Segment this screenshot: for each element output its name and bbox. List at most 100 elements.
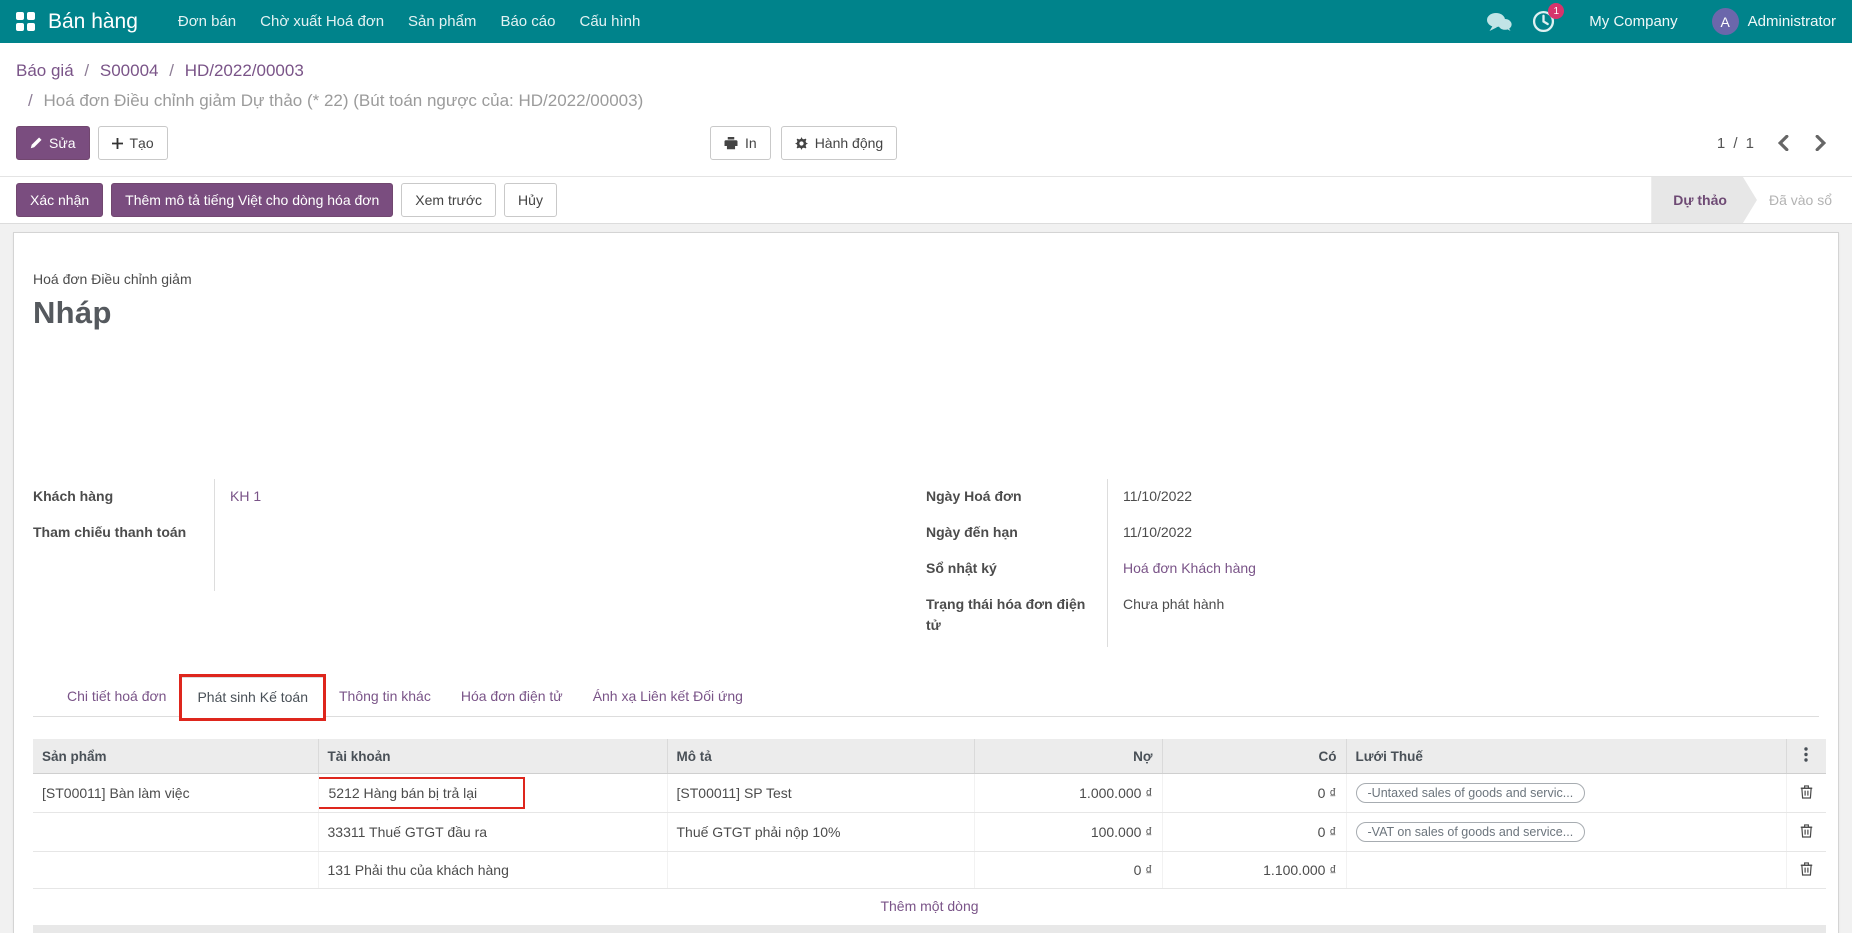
activity-badge: 1 xyxy=(1548,3,1564,19)
company-switcher[interactable]: My Company xyxy=(1589,13,1677,30)
user-menu[interactable]: A Administrator xyxy=(1712,8,1836,35)
highlighted-account: 5212 Hàng bán bị trả lại xyxy=(318,777,525,809)
total-credit: 1.100.000,00 xyxy=(1162,925,1346,933)
optional-columns-icon[interactable] xyxy=(1804,747,1808,762)
cell-debit: 0 ₫ xyxy=(974,852,1162,889)
breadcrumb-current: / Hoá đơn Điều chỉnh giảm Dự thảo (* 22)… xyxy=(22,87,1836,115)
col-debit[interactable]: Nợ xyxy=(974,739,1162,774)
pencil-icon xyxy=(30,137,42,149)
breadcrumb: Báo giá / S00004 / HD/2022/00003 xyxy=(16,57,1836,85)
menu-bao-cao[interactable]: Báo cáo xyxy=(488,0,567,43)
printer-icon xyxy=(724,137,738,150)
pager-next-icon[interactable] xyxy=(1815,135,1826,151)
tax-grid-tag: -Untaxed sales of goods and servic... xyxy=(1356,783,1586,803)
cell-account: 131 Phải thu của khách hàng xyxy=(318,852,667,889)
cell-tax-grid: -Untaxed sales of goods and servic... xyxy=(1346,774,1786,813)
menu-cau-hinh[interactable]: Cấu hình xyxy=(567,0,652,43)
gear-icon xyxy=(795,137,808,150)
tab-thong-tin-khac[interactable]: Thông tin khác xyxy=(324,677,446,716)
user-name: Administrator xyxy=(1748,13,1836,30)
table-row[interactable]: [ST00011] Bàn làm việc 5212 Hàng bán bị … xyxy=(33,774,1826,813)
col-account[interactable]: Tài khoản xyxy=(318,739,667,774)
cell-debit: 1.000.000 ₫ xyxy=(974,774,1162,813)
breadcrumb-s00004[interactable]: S00004 xyxy=(100,61,159,80)
top-navbar: Bán hàng Đơn bán Chờ xuất Hoá đơn Sản ph… xyxy=(0,0,1852,43)
col-credit[interactable]: Có xyxy=(1162,739,1346,774)
tab-anh-xa-lien-ket-doi-ung[interactable]: Ánh xạ Liên kết Đối ứng xyxy=(578,677,758,716)
tax-grid-tag: -VAT on sales of goods and service... xyxy=(1356,822,1586,842)
totals-row: 1.100.000,00 1.100.000,00 xyxy=(33,925,1826,933)
cell-debit: 100.000 ₫ xyxy=(974,813,1162,852)
cell-tax-grid xyxy=(1346,852,1786,889)
cell-description: [ST00011] SP Test xyxy=(667,774,974,813)
invoice-fields: Khách hàng KH 1 Tham chiếu thanh toán Ng… xyxy=(33,479,1819,647)
menu-don-ban[interactable]: Đơn bán xyxy=(166,0,248,43)
statusbar: Xác nhận Thêm mô tả tiếng Việt cho dòng … xyxy=(0,176,1852,224)
toolbar: Sửa Tạo In Hành động 1 / 1 xyxy=(16,124,1836,162)
cell-product xyxy=(33,852,318,889)
payment-ref-label: Tham chiếu thanh toán xyxy=(33,515,215,591)
avatar: A xyxy=(1712,8,1739,35)
tab-phat-sinh-ke-toan[interactable]: Phát sinh Kế toán xyxy=(181,677,324,717)
state-draft[interactable]: Dự thảo xyxy=(1651,177,1757,223)
tab-chi-tiet-hoa-don[interactable]: Chi tiết hoá đơn xyxy=(52,677,181,716)
journal-items-table: Sản phẩm Tài khoản Mô tả Nợ Có Lưới Thuế… xyxy=(33,739,1826,933)
journal-label: Sổ nhật ký xyxy=(926,551,1108,587)
cell-account: 33311 Thuế GTGT đầu ra xyxy=(318,813,667,852)
invoice-date-label: Ngày Hoá đơn xyxy=(926,479,1108,515)
app-brand[interactable]: Bán hàng xyxy=(48,10,138,34)
col-tax-grid[interactable]: Lưới Thuế xyxy=(1346,739,1786,774)
plus-icon xyxy=(112,138,123,149)
breadcrumb-current-title: Hoá đơn Điều chỉnh giảm Dự thảo (* 22) (… xyxy=(43,91,643,110)
cancel-button[interactable]: Hủy xyxy=(504,183,557,217)
apps-menu-icon[interactable] xyxy=(16,12,35,31)
journal-value[interactable]: Hoá đơn Khách hàng xyxy=(1108,551,1819,587)
menu-cho-xuat-hoa-don[interactable]: Chờ xuất Hoá đơn xyxy=(248,0,396,43)
due-date-value: 11/10/2022 xyxy=(1108,515,1819,551)
delete-row-icon[interactable] xyxy=(1800,823,1813,838)
invoice-date-value: 11/10/2022 xyxy=(1108,479,1819,515)
table-row[interactable]: 131 Phải thu của khách hàng 0 ₫ 1.100.00… xyxy=(33,852,1826,889)
activities-icon[interactable]: 1 xyxy=(1532,10,1555,33)
customer-label: Khách hàng xyxy=(33,479,215,515)
document-type-label: Hoá đơn Điều chỉnh giảm xyxy=(33,271,1819,287)
breadcrumb-separator: / xyxy=(84,61,89,80)
action-button[interactable]: Hành động xyxy=(781,126,898,160)
fields-left: Khách hàng KH 1 Tham chiếu thanh toán xyxy=(33,479,926,647)
pager-previous-icon[interactable] xyxy=(1778,135,1789,151)
total-debit: 1.100.000,00 xyxy=(974,925,1162,933)
breadcrumb-hd-2022-00003[interactable]: HD/2022/00003 xyxy=(185,61,304,80)
pager: 1 / 1 xyxy=(1717,135,1826,152)
customer-value[interactable]: KH 1 xyxy=(215,479,926,515)
invoice-sheet: Hoá đơn Điều chỉnh giảm Nháp Khách hàng … xyxy=(13,232,1839,933)
einvoice-status-value: Chưa phát hành xyxy=(1108,587,1819,647)
print-button[interactable]: In xyxy=(710,126,771,160)
notebook-tabs: Chi tiết hoá đơn Phát sinh Kế toán Thông… xyxy=(33,677,1819,717)
tab-hoa-don-dien-tu[interactable]: Hóa đơn điện tử xyxy=(446,677,578,716)
add-vietnamese-description-button[interactable]: Thêm mô tả tiếng Việt cho dòng hóa đơn xyxy=(111,183,393,217)
breadcrumb-bao-gia[interactable]: Báo giá xyxy=(16,61,74,80)
messages-icon[interactable] xyxy=(1486,12,1512,32)
create-button[interactable]: Tạo xyxy=(98,126,168,160)
table-row[interactable]: 33311 Thuế GTGT đầu ra Thuế GTGT phải nộ… xyxy=(33,813,1826,852)
main-menu: Đơn bán Chờ xuất Hoá đơn Sản phẩm Báo cá… xyxy=(166,0,652,43)
document-title: Nháp xyxy=(33,295,1819,331)
table-header-row: Sản phẩm Tài khoản Mô tả Nợ Có Lưới Thuế xyxy=(33,739,1826,774)
add-line-link[interactable]: Thêm một dòng xyxy=(33,889,1826,926)
breadcrumb-separator: / xyxy=(169,61,174,80)
menu-san-pham[interactable]: Sản phẩm xyxy=(396,0,488,43)
preview-button[interactable]: Xem trước xyxy=(401,183,496,217)
col-description[interactable]: Mô tả xyxy=(667,739,974,774)
payment-ref-value xyxy=(215,515,926,591)
edit-button[interactable]: Sửa xyxy=(16,126,90,160)
cell-product: [ST00011] Bàn làm việc xyxy=(33,774,318,813)
cell-credit: 0 ₫ xyxy=(1162,774,1346,813)
pager-value: 1 / 1 xyxy=(1717,135,1756,152)
cell-account: 5212 Hàng bán bị trả lại xyxy=(318,774,667,813)
col-product[interactable]: Sản phẩm xyxy=(33,739,318,774)
einvoice-status-label: Trạng thái hóa đơn điện tử xyxy=(926,587,1108,647)
state-posted[interactable]: Đã vào sổ xyxy=(1757,177,1852,223)
confirm-button[interactable]: Xác nhận xyxy=(16,183,103,217)
delete-row-icon[interactable] xyxy=(1800,861,1813,876)
delete-row-icon[interactable] xyxy=(1800,784,1813,799)
